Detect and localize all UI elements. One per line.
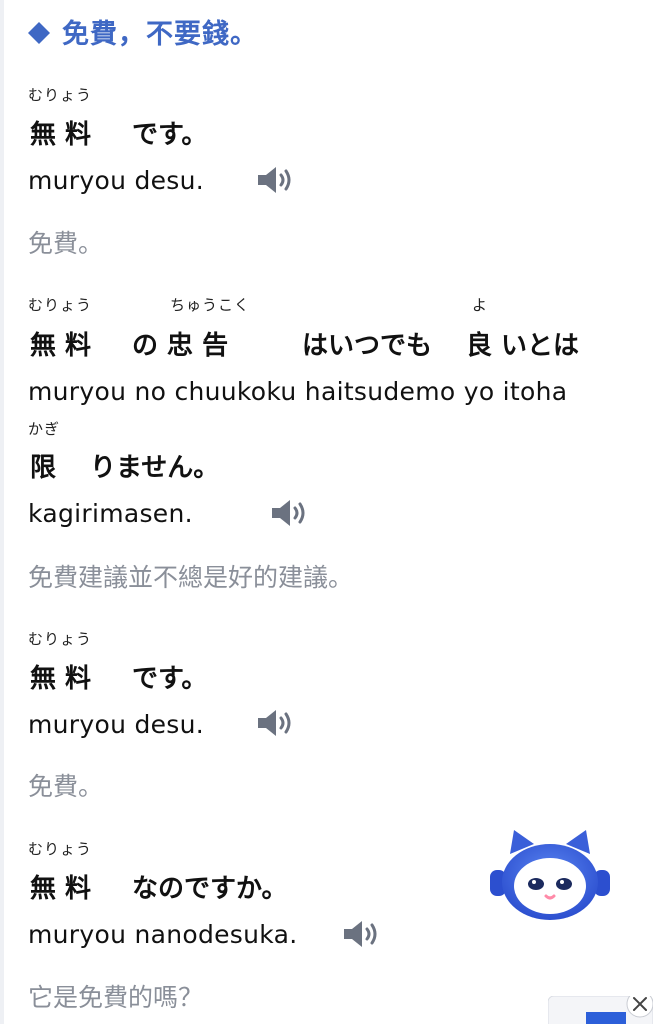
japanese-word: 無 料 [30,874,92,904]
furigana: かぎ [28,420,61,438]
translation-text: 它是免費的嗎？ [28,983,204,1012]
furigana: むりょう [28,840,93,858]
japanese-word: です。 [132,664,208,694]
romaji-text: muryou desu. [28,166,205,195]
japanese-word: です。 [132,120,208,150]
japanese-word: の 忠 告 [132,331,229,361]
speaker-icon[interactable] [270,498,308,528]
japanese-word: 良 いとは [466,331,580,361]
furigana: ちゅうこく [170,296,251,314]
japanese-word: はいつでも [302,331,433,361]
diamond-icon [28,22,50,44]
translation-text: 免費。 [28,229,104,258]
robot-cat-mascot-icon[interactable] [488,828,612,924]
section-heading-text: 免費，不要錢。 [62,19,258,50]
speaker-icon[interactable] [256,708,294,738]
furigana: むりょう [28,296,93,314]
romaji-text: muryou no chuukoku haitsudemo yo itoha [28,377,568,406]
speaker-icon[interactable] [256,165,294,195]
translation-text: 免費建議並不總是好的建議。 [28,563,354,592]
japanese-word: 無 料 [30,664,92,694]
romaji-text: muryou nanodesuka. [28,920,298,949]
japanese-word: 限 [30,453,57,483]
japanese-word: 無 料 [30,331,92,361]
romaji-text: muryou desu. [28,710,205,739]
romaji-text: kagirimasen. [28,499,193,528]
furigana: むりょう [28,630,93,648]
japanese-word: なのですか。 [132,874,288,904]
left-border [0,0,4,1024]
speaker-icon[interactable] [342,919,380,949]
section-heading: 免費，不要錢。 [28,12,258,51]
japanese-word: りません。 [90,453,220,483]
furigana: よ [472,296,489,314]
translation-text: 免費。 [28,772,104,801]
furigana: むりょう [28,86,93,104]
japanese-word: 無 料 [30,120,92,150]
corner-widget[interactable] [548,996,653,1024]
